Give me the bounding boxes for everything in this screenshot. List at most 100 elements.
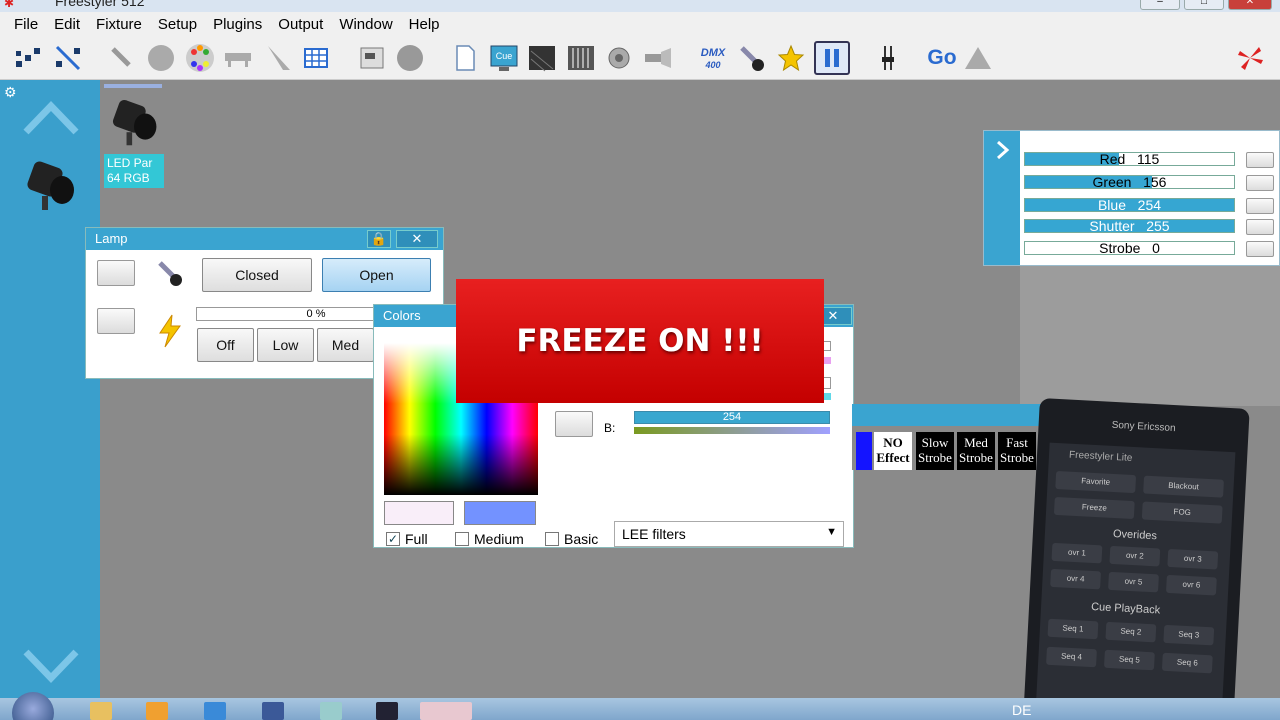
messenger-icon[interactable] xyxy=(376,702,398,720)
menu-output[interactable]: Output xyxy=(270,16,331,33)
spotlight-icon[interactable] xyxy=(642,42,674,74)
dimmer-select-button[interactable] xyxy=(97,308,135,334)
effect-fast-strobe-button[interactable]: Fast Strobe xyxy=(998,432,1036,470)
lamp-closed-button[interactable]: Closed xyxy=(202,258,312,292)
minimize-button[interactable]: – xyxy=(1140,0,1180,10)
menu-help[interactable]: Help xyxy=(401,16,448,33)
lamp-off-button[interactable]: Off xyxy=(197,328,254,362)
lamp-low-button[interactable]: Low xyxy=(257,328,314,362)
channel-green-button[interactable] xyxy=(1246,175,1274,191)
channel-blue-button[interactable] xyxy=(1246,198,1274,214)
scroll-up-icon[interactable] xyxy=(22,96,80,136)
channel-red-bar[interactable]: Red 115 xyxy=(1024,152,1235,166)
full-checkbox[interactable]: ✓ Full xyxy=(386,531,428,547)
star-icon[interactable] xyxy=(775,42,807,74)
effect-med-line1: Med xyxy=(964,435,988,450)
overrides-icon[interactable] xyxy=(356,42,388,74)
browser-icon[interactable] xyxy=(204,702,226,720)
fader-icon[interactable] xyxy=(872,42,904,74)
b-channel-bar[interactable]: 254 xyxy=(634,411,830,424)
lightning-icon xyxy=(159,314,181,348)
lamp-open-button[interactable]: Open xyxy=(322,258,431,292)
facebook-icon[interactable] xyxy=(262,702,284,720)
effect-med-strobe-button[interactable]: Med Strobe xyxy=(957,432,995,470)
maximize-button[interactable]: □ xyxy=(1184,0,1224,10)
channel-shutter-name: Shutter xyxy=(1089,218,1135,234)
grid-icon[interactable] xyxy=(300,42,332,74)
basic-checkbox[interactable]: Basic xyxy=(545,531,598,547)
unpatch-icon[interactable] xyxy=(52,42,84,74)
menu-fixture[interactable]: Fixture xyxy=(88,16,150,33)
full-checkbox-box[interactable]: ✓ xyxy=(386,532,400,546)
effect-none-line2: Effect xyxy=(876,450,910,465)
effect-none-button[interactable]: NO Effect xyxy=(874,432,912,470)
expand-chevron-icon[interactable] xyxy=(992,139,1014,161)
medium-checkbox[interactable]: Medium xyxy=(455,531,524,547)
channel-blue-bar[interactable]: Blue 254 xyxy=(1024,198,1235,212)
explorer-icon[interactable] xyxy=(90,702,112,720)
color-swatch-selected[interactable] xyxy=(464,501,536,525)
color-swatch-current[interactable] xyxy=(384,501,454,525)
channel-strobe-value: 0 xyxy=(1152,240,1160,256)
lamp-icon[interactable] xyxy=(736,42,768,74)
effect-color-swatch[interactable] xyxy=(856,432,872,470)
faders-icon[interactable] xyxy=(565,42,597,74)
taskbar: DE xyxy=(0,692,1280,720)
media-player-icon[interactable] xyxy=(146,702,168,720)
go-button[interactable]: Go xyxy=(922,42,962,74)
effect-fast-line2: Strobe xyxy=(1000,450,1034,465)
channel-green-bar[interactable]: Green 156 xyxy=(1024,175,1235,189)
scroll-down-icon[interactable] xyxy=(22,648,80,688)
channel-strobe-button[interactable] xyxy=(1246,241,1274,257)
svg-text:Cue: Cue xyxy=(496,51,513,61)
r-bar-end xyxy=(823,341,831,351)
app-logo-icon: ✱ xyxy=(4,0,15,10)
dmx-icon[interactable]: DMX 400 xyxy=(697,42,729,74)
channel-green-value: 156 xyxy=(1143,174,1167,190)
disc-icon[interactable] xyxy=(394,42,426,74)
menu-bar: File Edit Fixture Setup Plugins Output W… xyxy=(0,12,1280,36)
freestyler-task-icon[interactable] xyxy=(420,702,472,720)
pause-icon[interactable] xyxy=(814,41,850,75)
lamp-close-button[interactable]: ✕ xyxy=(396,230,438,248)
color-wheel-icon[interactable] xyxy=(184,42,216,74)
lamp-select-button[interactable] xyxy=(97,260,135,286)
menu-file[interactable]: File xyxy=(6,16,46,33)
channel-red-name: Red xyxy=(1099,151,1126,167)
page-icon[interactable] xyxy=(449,42,481,74)
cue-icon[interactable]: Cue xyxy=(488,42,520,74)
title-bar: ✱ Freestyler 512 – □ ✕ xyxy=(0,0,1280,12)
channel-red-button[interactable] xyxy=(1246,152,1274,168)
close-button[interactable]: ✕ xyxy=(1228,0,1272,10)
warning-icon[interactable] xyxy=(962,42,994,74)
lock-icon[interactable]: 🔒 xyxy=(367,230,391,248)
patch-icon[interactable] xyxy=(12,42,44,74)
gear-icon[interactable]: ⚙ xyxy=(4,84,17,101)
menu-setup[interactable]: Setup xyxy=(150,16,205,33)
lamp-med-button[interactable]: Med xyxy=(317,328,374,362)
basic-checkbox-box[interactable] xyxy=(545,532,559,546)
colors-panel-title: Colors xyxy=(383,308,421,323)
speaker-icon[interactable] xyxy=(604,42,636,74)
language-indicator[interactable]: DE xyxy=(1012,702,1031,718)
channel-panel: Red 115 Green 156 Blue 254 Shutter 255 S… xyxy=(983,130,1280,266)
channel-shutter-bar[interactable]: Shutter 255 xyxy=(1024,219,1235,233)
effect-slow-line2: Strobe xyxy=(918,450,952,465)
menu-window[interactable]: Window xyxy=(331,16,400,33)
beam-icon[interactable] xyxy=(262,42,294,74)
fixture-tile[interactable]: LED Par 64 RGB xyxy=(104,84,164,188)
network-icon[interactable] xyxy=(320,702,342,720)
truss-icon[interactable] xyxy=(222,42,254,74)
gobo-icon[interactable] xyxy=(145,42,177,74)
filter-dropdown[interactable]: LEE filters ▼ xyxy=(614,521,844,547)
channel-shutter-button[interactable] xyxy=(1246,219,1274,235)
fixture-icon[interactable] xyxy=(106,42,138,74)
medium-checkbox-box[interactable] xyxy=(455,532,469,546)
channel-strobe-bar[interactable]: Strobe 0 xyxy=(1024,241,1235,255)
fixture-par-icon[interactable] xyxy=(20,156,80,212)
dark-panel-icon[interactable] xyxy=(526,42,558,74)
menu-plugins[interactable]: Plugins xyxy=(205,16,270,33)
b-channel-button[interactable] xyxy=(555,411,593,437)
effect-slow-strobe-button[interactable]: Slow Strobe xyxy=(916,432,954,470)
menu-edit[interactable]: Edit xyxy=(46,16,88,33)
